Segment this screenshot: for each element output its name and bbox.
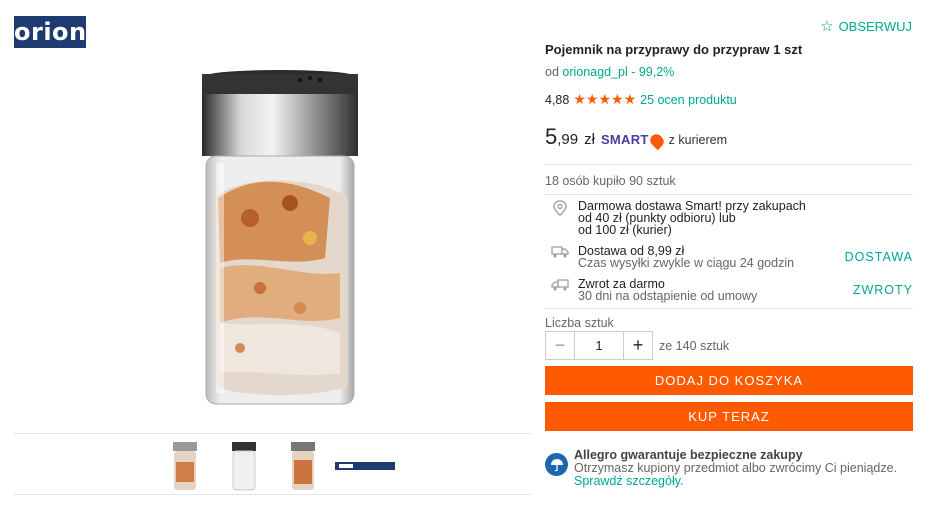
return-truck-icon [549,278,571,302]
free-delivery-info: Darmowa dostawa Smart! przy zakupach od … [549,200,913,236]
quantity-available: ze 140 sztuk [659,339,730,353]
divider [545,308,913,309]
shipping-info: Dostawa od 8,99 zł Czas wysyłki zwykle w… [549,245,913,269]
star-outline-icon: ☆ [820,18,834,35]
star-icon: ★ [598,91,612,107]
free-delivery-line3: od 100 zł (kurier) [578,223,672,237]
truck-icon [549,245,571,269]
watch-button[interactable]: ☆ OBSERWUJ [820,17,912,35]
seller-rating[interactable]: - 99,2% [631,65,674,79]
product-rating: 4,88 ★★★★★ 25 ocen produktu [545,91,737,108]
product-title: Pojemnik na przyprawy do przypraw 1 szt [545,42,803,57]
thumbnail-3[interactable] [287,440,319,492]
price-row: 5 ,99 zł SMART z kurierem [545,124,727,150]
add-to-cart-button[interactable]: DODAJ DO KOSZYKA [545,366,913,395]
return-info: Zwrot za darmo 30 dni na odstąpienie od … [549,278,913,302]
price-decimal: ,99 [557,131,579,148]
smart-label: SMART [600,132,649,147]
quantity-decrease-button[interactable]: − [546,332,575,359]
watch-label: OBSERWUJ [838,18,912,34]
star-icon: ★ [573,91,586,107]
courier-text: z kurierem [668,133,728,147]
thumbnail-4[interactable] [335,440,395,492]
rating-value: 4,88 [545,92,570,107]
star-icon: ★ [585,91,599,107]
thumbnail-1[interactable] [169,440,201,492]
quantity-label: Liczba sztuk [545,316,614,330]
reviews-link[interactable]: 25 ocen produktu [640,93,737,107]
seller-link[interactable]: orionagd_pl [562,65,627,79]
divider [545,164,913,165]
smart-badge: SMART [600,131,666,150]
umbrella-icon [545,453,568,476]
quantity-stepper: − 1 + [545,331,653,360]
shipping-link[interactable]: DOSTAWA [845,250,913,264]
price-integer: 5 [545,124,558,149]
quantity-increase-button[interactable]: + [623,332,652,359]
sold-count: 18 osób kupiło 90 sztuk [545,174,676,188]
divider [545,194,913,195]
purchase-guarantee: Allegro gwarantuje bezpieczne zakupy Otr… [545,449,897,488]
return-subtitle: 30 dni na odstąpienie od umowy [578,289,758,303]
product-main-image[interactable] [190,68,370,418]
rating-stars: ★★★★★ [573,91,636,108]
return-link[interactable]: ZWROTY [853,283,913,297]
seller-info: od orionagd_pl - 99,2% [545,65,674,79]
smart-pin-icon [647,131,666,150]
quantity-input[interactable]: 1 [575,332,623,359]
buy-now-button[interactable]: KUP TERAZ [545,402,913,431]
price-currency: zł [584,131,595,148]
star-icon: ★ [611,91,624,107]
thumbnail-2[interactable] [228,440,260,492]
location-pin-icon [549,200,571,236]
guarantee-details-link[interactable]: Sprawdź szczegóły. [574,474,684,488]
brand-logo[interactable]: orion [14,16,86,48]
shipping-subtitle: Czas wysyłki zwykle w ciągu 24 godzin [578,256,795,270]
star-icon: ★ [623,91,637,107]
seller-prefix: od [545,65,559,79]
thumbnail-strip [14,433,531,495]
